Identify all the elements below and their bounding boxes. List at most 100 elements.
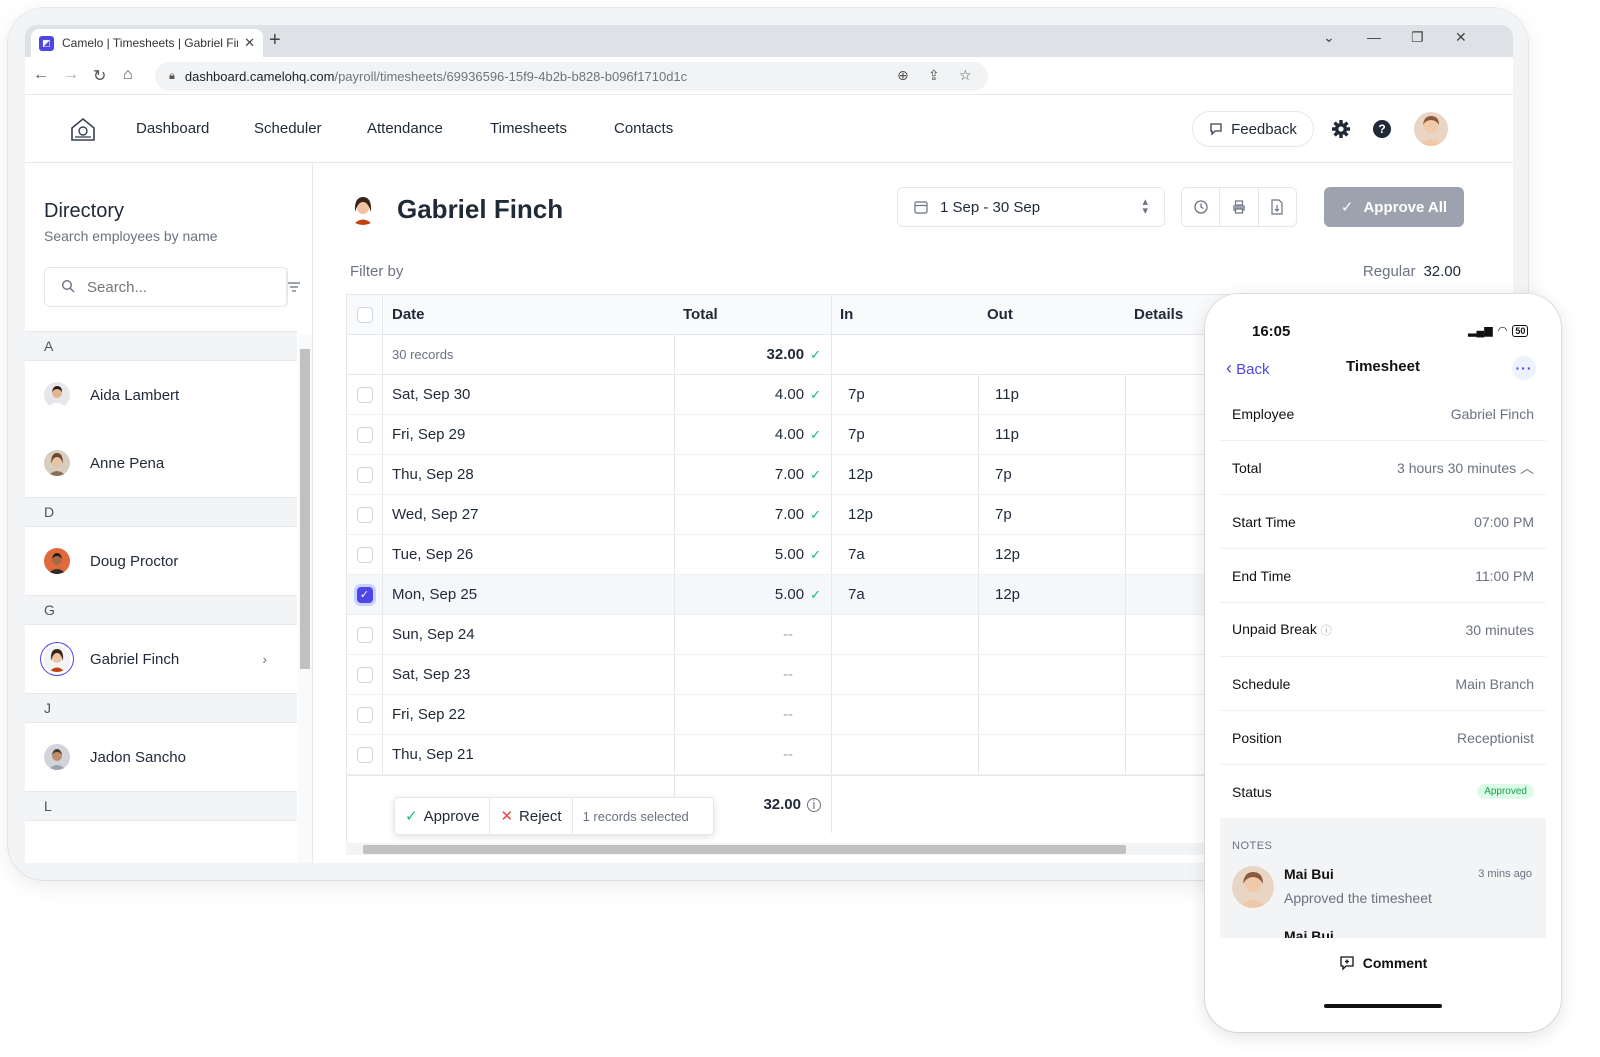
select-all-checkbox[interactable] — [356, 306, 373, 323]
avatar — [44, 744, 70, 770]
row-checkbox[interactable]: ✓ — [356, 586, 373, 603]
row-date: Sat, Sep 23 — [383, 655, 675, 694]
employee-name: Jadon Sancho — [90, 748, 186, 766]
export-button[interactable] — [1259, 188, 1296, 226]
employee-item-doug-proctor[interactable]: Doug Proctor — [25, 527, 297, 595]
row-in: 7p — [832, 415, 979, 454]
filter-button[interactable] — [286, 268, 301, 306]
help-icon[interactable]: ? — [1373, 120, 1391, 138]
url-field[interactable]: 🔒︎ dashboard.camelohq.com/payroll/timesh… — [155, 62, 988, 91]
directory-scroll-thumb[interactable] — [300, 349, 310, 669]
search-input[interactable] — [45, 268, 286, 306]
tab-bar: ◩ Camelo | Timesheets | Gabriel Fin ✕ + … — [25, 25, 1513, 57]
row-checkbox[interactable] — [356, 426, 373, 443]
app-header: Dashboard Scheduler Attendance Timesheet… — [25, 95, 1513, 163]
row-checkbox[interactable] — [356, 386, 373, 403]
row-checkbox[interactable] — [356, 746, 373, 763]
row-total: -- — [675, 695, 832, 734]
share-icon[interactable]: ⇪ — [928, 67, 940, 84]
nav-dashboard[interactable]: Dashboard — [136, 120, 209, 137]
avatar — [44, 382, 70, 408]
directory-subtitle: Search employees by name — [44, 228, 218, 244]
row-checkbox[interactable] — [356, 666, 373, 683]
bookmark-star-icon[interactable]: ☆ — [959, 67, 972, 84]
approve-button[interactable]: ✓ Approve — [395, 798, 491, 834]
summary-total: 32.00 ✓ — [675, 335, 832, 374]
date-range-picker[interactable]: 1 Sep - 30 Sep ▴ ▾ — [897, 187, 1165, 227]
row-checkbox[interactable] — [356, 626, 373, 643]
nav-scheduler[interactable]: Scheduler — [254, 120, 322, 137]
tab-search-icon[interactable]: ⌄ — [1323, 29, 1335, 46]
minimize-icon[interactable]: — — [1367, 29, 1381, 45]
directory-list: A Aida Lambert Anne Pena D Doug Proctor … — [25, 331, 297, 821]
comment-button[interactable]: Comment — [1220, 938, 1546, 988]
avatar — [44, 450, 70, 476]
chevron-right-icon: › — [262, 651, 267, 667]
row-out: 7p — [979, 455, 1126, 494]
more-options-icon[interactable]: ··· — [1512, 356, 1536, 380]
field-total[interactable]: Total 3 hours 30 minutes ︿ — [1220, 441, 1546, 495]
back-arrow-icon[interactable]: ← — [33, 66, 49, 84]
close-tab-icon[interactable]: ✕ — [244, 35, 255, 51]
history-icon — [1194, 200, 1208, 214]
table-scroll-thumb[interactable] — [363, 845, 1126, 854]
home-icon[interactable]: ⌂ — [123, 66, 133, 84]
check-icon: ✓ — [810, 426, 821, 442]
employee-item-gabriel-finch[interactable]: Gabriel Finch › — [25, 625, 297, 693]
camelo-favicon-icon: ◩ — [39, 35, 54, 51]
settings-gear-icon[interactable] — [1331, 119, 1351, 139]
col-out[interactable]: Out — [979, 295, 1126, 334]
restore-icon[interactable]: ❐ — [1411, 29, 1424, 46]
mobile-title: Timesheet — [1346, 358, 1420, 375]
reject-button[interactable]: ✕ Reject — [490, 798, 573, 834]
phone-clock: 16:05 — [1252, 323, 1291, 340]
history-button[interactable] — [1182, 188, 1221, 226]
row-total: -- — [675, 655, 832, 694]
col-date[interactable]: Date — [383, 295, 675, 334]
forward-arrow-icon[interactable]: → — [63, 66, 79, 84]
approve-all-button[interactable]: ✓ Approve All — [1324, 187, 1464, 227]
selected-count: 1 records selected — [582, 808, 689, 824]
comment-icon — [1340, 956, 1354, 971]
row-out: 12p — [979, 535, 1126, 574]
row-checkbox[interactable] — [356, 506, 373, 523]
user-avatar[interactable] — [1414, 112, 1448, 146]
notes-section: NOTES Mai Bui 3 mins ago Approved the ti… — [1220, 818, 1546, 938]
avatar — [44, 646, 70, 672]
info-icon[interactable]: ⓘ — [1321, 625, 1332, 637]
zoom-icon[interactable]: ⊕ — [897, 67, 909, 84]
row-checkbox[interactable] — [356, 466, 373, 483]
filter-by-label[interactable]: Filter by — [350, 263, 403, 280]
col-in[interactable]: In — [832, 295, 979, 334]
note-author: Mai Bui — [1284, 866, 1334, 882]
nav-contacts[interactable]: Contacts — [614, 120, 673, 137]
print-button[interactable] — [1220, 188, 1259, 226]
employee-item-anne-pena[interactable]: Anne Pena — [25, 429, 297, 497]
row-in: 12p — [832, 495, 979, 534]
close-window-icon[interactable]: ✕ — [1455, 29, 1467, 46]
browser-tab[interactable]: ◩ Camelo | Timesheets | Gabriel Fin ✕ — [31, 29, 263, 57]
filter-lines-icon — [288, 282, 300, 292]
row-checkbox[interactable] — [356, 546, 373, 563]
row-checkbox[interactable] — [356, 706, 373, 723]
nav-attendance[interactable]: Attendance — [367, 120, 443, 137]
reload-icon[interactable]: ↻ — [93, 66, 106, 86]
row-in — [832, 615, 979, 654]
camelo-logo-icon[interactable] — [69, 115, 97, 143]
nav-timesheets[interactable]: Timesheets — [490, 120, 567, 137]
row-in — [832, 655, 979, 694]
employee-item-jadon-sancho[interactable]: Jadon Sancho — [25, 723, 297, 791]
feedback-button[interactable]: Feedback — [1192, 111, 1314, 147]
col-total[interactable]: Total — [675, 295, 832, 334]
row-date: Mon, Sep 25 — [383, 575, 675, 614]
approve-all-label: Approve All — [1363, 198, 1448, 216]
row-date: Fri, Sep 29 — [383, 415, 675, 454]
employee-item-aida-lambert[interactable]: Aida Lambert — [25, 361, 297, 429]
info-icon[interactable]: i — [807, 797, 821, 812]
check-icon: ✓ — [810, 466, 821, 482]
chevron-up-icon: ︿ — [1520, 459, 1534, 476]
calendar-icon — [914, 201, 928, 214]
new-tab-icon[interactable]: + — [269, 29, 281, 52]
mobile-nav-bar: ‹ Back Timesheet ··· — [1220, 350, 1546, 386]
field-start-time: Start Time 07:00 PM — [1220, 495, 1546, 549]
